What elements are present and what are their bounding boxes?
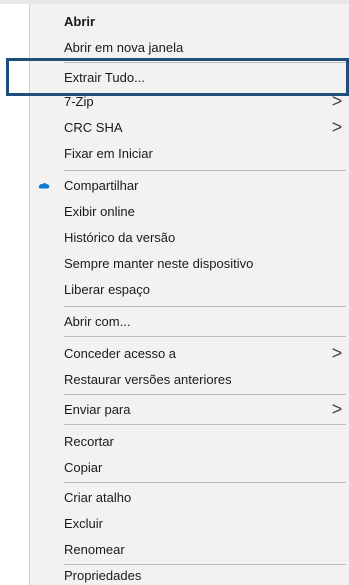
- menu-item-propriedades[interactable]: Propriedades: [64, 565, 344, 585]
- context-menu: Abrir Abrir em nova janela Extrair Tudo.…: [29, 4, 349, 585]
- menu-item-label: CRC SHA: [64, 119, 123, 135]
- menu-item-label: Conceder acesso a: [64, 345, 177, 361]
- menu-item-enviar-para[interactable]: Enviar para >: [64, 396, 344, 422]
- menu-item-criar-atalho[interactable]: Criar atalho: [64, 484, 344, 510]
- menu-item-label: Restaurar versões anteriores: [64, 371, 232, 387]
- menu-item-compartilhar[interactable]: Compartilhar: [38, 172, 344, 198]
- submenu-chevron-icon: >: [331, 399, 343, 419]
- menu-separator: [64, 336, 346, 337]
- menu-item-liberar-espaco[interactable]: Liberar espaço: [64, 276, 344, 302]
- menu-separator: [64, 62, 346, 63]
- menu-separator: [64, 424, 346, 425]
- menu-separator: [64, 394, 346, 395]
- menu-item-label: Liberar espaço: [64, 281, 150, 297]
- menu-separator: [64, 170, 346, 171]
- menu-item-historico-versao[interactable]: Histórico da versão: [64, 224, 344, 250]
- submenu-chevron-icon: >: [331, 91, 343, 111]
- menu-item-label: Abrir em nova janela: [64, 39, 184, 55]
- menu-item-label: Fixar em Iniciar: [64, 145, 153, 161]
- menu-item-label: Copiar: [64, 459, 103, 475]
- menu-item-label: Abrir: [64, 13, 96, 29]
- menu-separator: [64, 306, 346, 307]
- menu-item-label: Renomear: [64, 541, 125, 557]
- menu-item-label: Exibir online: [64, 203, 135, 219]
- menu-item-abrir[interactable]: Abrir: [64, 8, 344, 34]
- menu-item-label: Criar atalho: [64, 489, 132, 505]
- onedrive-cloud-icon: [38, 182, 50, 189]
- menu-item-abrir-com[interactable]: Abrir com...: [64, 308, 344, 334]
- menu-item-excluir[interactable]: Excluir: [64, 510, 344, 536]
- menu-item-7zip[interactable]: 7-Zip >: [64, 88, 344, 114]
- menu-item-extrair-tudo[interactable]: Extrair Tudo...: [64, 64, 344, 90]
- menu-item-crc-sha[interactable]: CRC SHA >: [64, 114, 344, 140]
- menu-item-conceder-acesso[interactable]: Conceder acesso a >: [64, 340, 344, 366]
- menu-item-label: Propriedades: [64, 567, 142, 583]
- submenu-chevron-icon: >: [331, 343, 343, 363]
- menu-item-recortar[interactable]: Recortar: [64, 428, 344, 454]
- menu-item-restaurar-versoes[interactable]: Restaurar versões anteriores: [64, 366, 344, 392]
- menu-item-copiar[interactable]: Copiar: [64, 454, 344, 480]
- menu-item-label: Recortar: [64, 433, 114, 449]
- menu-item-label: 7-Zip: [64, 93, 94, 109]
- menu-item-label: Sempre manter neste dispositivo: [64, 255, 254, 271]
- menu-item-sempre-manter[interactable]: Sempre manter neste dispositivo: [64, 250, 344, 276]
- submenu-chevron-icon: >: [331, 117, 343, 137]
- menu-item-label: Compartilhar: [64, 177, 139, 193]
- menu-item-label: Excluir: [64, 515, 104, 531]
- menu-item-exibir-online[interactable]: Exibir online: [64, 198, 344, 224]
- menu-separator: [64, 482, 346, 483]
- menu-item-renomear[interactable]: Renomear: [64, 536, 344, 562]
- menu-item-label: Enviar para: [64, 401, 131, 417]
- menu-item-label: Abrir com...: [64, 313, 131, 329]
- menu-item-label: Extrair Tudo...: [64, 69, 145, 85]
- menu-item-fixar-em-iniciar[interactable]: Fixar em Iniciar: [64, 140, 344, 166]
- menu-item-abrir-nova-janela[interactable]: Abrir em nova janela: [64, 34, 344, 60]
- menu-item-label: Histórico da versão: [64, 229, 176, 245]
